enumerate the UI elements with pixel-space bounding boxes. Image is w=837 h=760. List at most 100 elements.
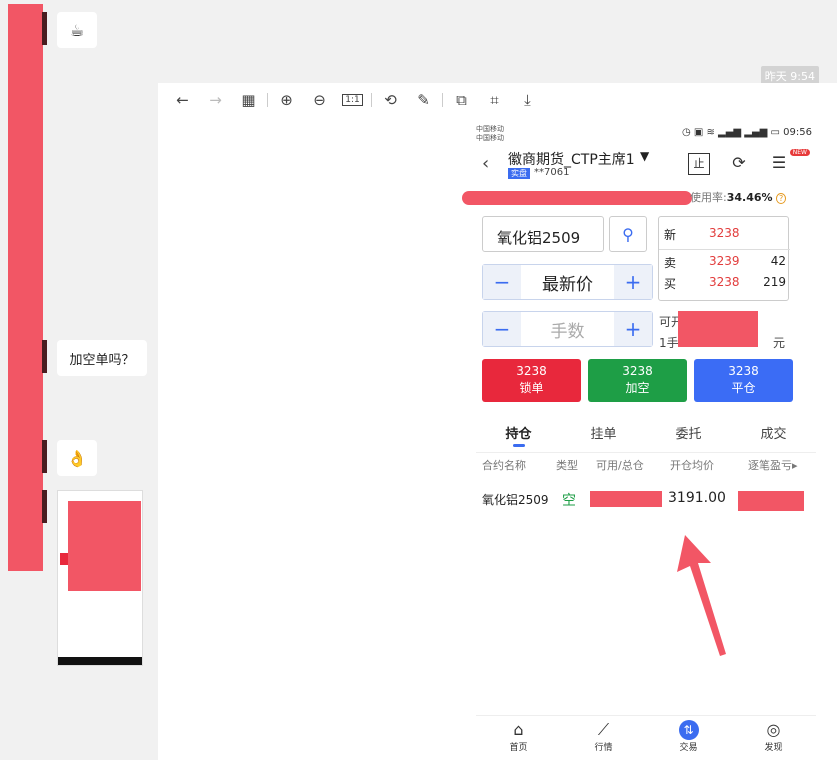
scan-icon[interactable]: ⌗ [478,83,511,117]
button-label: 加空 [625,381,650,395]
tab-orders[interactable]: 委托 [675,415,701,447]
minus-button[interactable]: − [483,265,521,299]
nav-trade[interactable]: ⇅ 交易 [659,716,719,760]
compass-icon: ◎ [766,720,781,739]
divider [267,93,268,107]
grid-icon[interactable]: ▦ [232,83,265,117]
ask-qty: 42 [770,254,786,268]
back-icon[interactable]: ‹ [482,153,489,174]
message-emoji-coffee[interactable]: ☕ [57,12,97,48]
per-lot-label: 1手 元 [659,334,785,351]
redacted-quantity [590,491,662,507]
clock: 09:56 [783,127,812,138]
back-arrow-icon[interactable]: ← [166,83,199,117]
thumb-navbar [58,657,142,665]
actual-size-icon[interactable]: 1:1 [336,83,369,117]
redacted-area [68,501,141,591]
refresh-icon[interactable]: ⟳ [728,153,750,175]
price-mode[interactable]: 最新价 [521,265,614,299]
screenshot-thumbnail[interactable] [57,490,143,666]
new-badge: NEW [789,149,810,156]
button-price: 3238 [622,364,653,378]
nav-label: 交易 [679,743,698,753]
phone-screenshot: 中国移动 中国移动 ◷ ▣ ≋ ▂▄▆ ▂▄▆ ▭ 09:56 ‹ 徽商期货_C… [462,123,816,760]
zoom-out-icon[interactable]: ⊖ [303,83,336,117]
thumb-button [60,553,68,565]
bid-price: 3238 [709,275,740,289]
live-tag: 实盘 [508,168,530,179]
position-type: 空 [562,493,576,509]
redacted-available [678,311,758,347]
trade-icon: ⇅ [678,720,699,740]
button-price: 3238 [728,364,759,378]
rotate-icon[interactable]: ⟲ [374,83,407,117]
minus-button[interactable]: − [483,312,521,346]
image-viewer: ← → ▦ ⊕ ⊖ 1:1 ⟲ ✎ ⧉ ⌗ ⤓ 中国移动 中国移动 ◷ ▣ ≋ … [158,83,837,760]
button-label: 平仓 [731,381,756,395]
column-header: 开仓均价 [670,459,714,472]
broker-name[interactable]: 徽商期货_CTP主席1 [508,149,635,169]
plus-button[interactable]: + [614,265,652,299]
position-tabs: 持仓 挂单 委托 成交 [476,415,816,447]
redacted-sidebar [8,4,43,571]
carrier: 中国移动 中国移动 [476,125,504,143]
ask-row: 卖 3239 42 [659,251,790,271]
last-label: 新 [664,228,677,242]
symbol-value: 氧化铝2509 [497,229,581,247]
edit-icon[interactable]: ✎ [407,83,440,117]
divider [659,249,790,250]
status-time: ◷ ▣ ≋ ▂▄▆ ▂▄▆ ▭ 09:56 [681,127,812,138]
avatar [42,440,47,473]
search-icon[interactable]: ⚲ [609,216,647,252]
copy-icon[interactable]: ⧉ [445,83,478,117]
add-short-button[interactable]: 3238 加空 [588,359,687,402]
nav-home[interactable]: ⌂ 首页 [489,716,549,760]
nav-label: 行情 [594,743,613,753]
stop-loss-icon[interactable]: 止 [688,153,710,175]
plus-button[interactable]: + [614,312,652,346]
avatar [42,340,47,373]
nav-discover[interactable]: ◎ 发现 [744,716,804,760]
message-text: 加空单吗？ [69,352,135,368]
avatar [42,12,47,45]
price-stepper[interactable]: − 最新价 + [482,264,653,300]
symbol-input[interactable]: 氧化铝2509 [482,216,604,252]
table-row[interactable]: 氧化铝2509 空 3191.00 [476,479,816,519]
ask-price: 3239 [709,254,740,268]
position-name: 氧化铝2509 [482,493,549,507]
quantity-input[interactable]: 手数 [521,312,614,346]
account-number: **7061 [534,167,570,178]
button-price: 3238 [516,364,547,378]
message-emoji-ok[interactable]: 👌 [57,440,97,476]
forward-arrow-icon[interactable]: → [199,83,232,117]
home-icon: ⌂ [513,720,524,739]
help-icon[interactable]: ? [776,193,787,204]
bid-qty: 219 [763,275,786,289]
redacted-pnl [738,491,804,511]
per-lot-suffix: 元 [773,336,786,350]
nav-market[interactable]: ⟋ 行情 [574,716,634,760]
coffee-icon: ☕ [69,20,85,40]
close-position-button[interactable]: 3238 平仓 [694,359,793,402]
per-lot-prefix: 1手 [659,336,679,350]
quantity-stepper[interactable]: − 手数 + [482,311,653,347]
actual-size-label: 1:1 [342,94,363,106]
tab-pending[interactable]: 挂单 [590,415,616,447]
column-header: 类型 [556,459,578,472]
bid-row: 买 3238 219 [659,272,790,292]
tab-positions[interactable]: 持仓 [505,415,532,447]
message-question[interactable]: 加空单吗？ [57,340,147,376]
carrier-1: 中国移动 [476,125,504,133]
ask-label: 卖 [664,256,677,270]
tab-trades[interactable]: 成交 [760,415,786,447]
last-price: 3238 [709,226,740,240]
lock-button[interactable]: 3238 锁单 [482,359,581,402]
download-icon[interactable]: ⤓ [511,83,544,117]
usage-label: 使用率: [690,191,727,204]
bid-label: 买 [664,277,677,291]
menu-icon[interactable]: ☰ [768,153,790,175]
dropdown-triangle-icon[interactable]: ▼ [640,149,649,163]
nav-label: 首页 [509,743,528,753]
zoom-in-icon[interactable]: ⊕ [270,83,303,117]
button-label: 锁单 [519,381,544,395]
